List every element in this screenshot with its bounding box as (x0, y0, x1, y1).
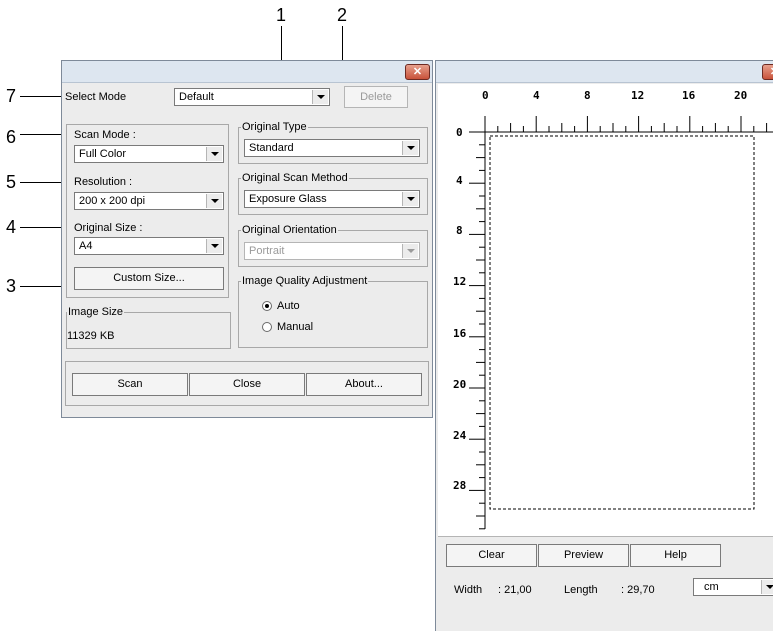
left-ruler-ticks (469, 131, 485, 530)
scan-method-dropdown[interactable]: Exposure Glass (244, 190, 420, 208)
callout-4: 4 (6, 217, 17, 237)
auto-radio[interactable] (262, 301, 272, 311)
close-icon[interactable]: ✕ (405, 64, 430, 80)
ruler-left-label: 20 (453, 378, 467, 391)
ruler-svg (469, 116, 773, 530)
scanner-dialog: ✕ Select Mode Default Delete Scan Mode :… (61, 60, 433, 418)
resolution-dropdown[interactable]: 200 x 200 dpi (74, 192, 224, 210)
length-value: : 29,70 (621, 584, 655, 596)
ruler-top-label: 20 (734, 89, 748, 102)
callout-6: 6 (6, 127, 17, 147)
callout-5: 5 (6, 172, 17, 192)
original-size-label: Original Size : (74, 222, 143, 234)
manual-radio-label[interactable]: Manual (277, 321, 313, 334)
chevron-down-icon[interactable] (312, 90, 328, 104)
width-label: Width (454, 584, 483, 596)
original-type-dropdown[interactable]: Standard (244, 139, 420, 157)
chevron-down-icon[interactable] (402, 244, 418, 258)
ruler-left-label: 12 (453, 275, 467, 288)
ruler-top-label: 4 (533, 89, 540, 102)
dialog-titlebar: ✕ (62, 61, 432, 83)
ruler-top-label: 16 (682, 89, 696, 102)
chevron-down-icon[interactable] (402, 141, 418, 155)
callout-3: 3 (6, 276, 17, 296)
ruler-left-label: 4 (456, 174, 463, 187)
scan-method-label: Original Scan Method (241, 172, 349, 185)
callout-1: 1 (276, 5, 287, 25)
ruler-left-label: 8 (456, 224, 463, 237)
callout-7: 7 (6, 86, 17, 106)
clear-button[interactable]: Clear (446, 544, 537, 567)
image-quality-label: Image Quality Adjustment (241, 275, 369, 288)
select-mode-dropdown[interactable]: Default (174, 88, 330, 106)
unit-value: cm (704, 581, 719, 593)
preview-button[interactable]: Preview (538, 544, 629, 567)
preview-window: ✕ 0 4 8 12 16 20 0 4 8 12 16 20 24 28 Cl… (435, 60, 773, 631)
ruler-left-label: 24 (453, 429, 467, 442)
width-value: : 21,00 (498, 584, 532, 596)
close-button[interactable]: Close (189, 373, 305, 396)
preview-titlebar: ✕ (436, 61, 773, 83)
orientation-label: Original Orientation (241, 224, 338, 237)
preview-canvas[interactable]: 0 4 8 12 16 20 0 4 8 12 16 20 24 28 (438, 84, 773, 537)
chevron-down-icon[interactable] (402, 192, 418, 206)
original-type-value: Standard (249, 142, 294, 154)
close-icon[interactable]: ✕ (762, 64, 773, 80)
scan-mode-label: Scan Mode : (74, 129, 136, 142)
original-size-dropdown[interactable]: A4 (74, 237, 224, 255)
image-quality-group: Image Quality Adjustment (238, 275, 428, 348)
image-size-value: 11329 KB (67, 330, 115, 342)
ruler-left-label: 16 (453, 327, 467, 340)
ruler-top-label: 8 (584, 89, 591, 102)
scan-method-value: Exposure Glass (249, 193, 327, 205)
help-button[interactable]: Help (630, 544, 721, 567)
scan-area-outline (489, 135, 755, 510)
orientation-dropdown[interactable]: Portrait (244, 242, 420, 260)
resolution-label: Resolution : (74, 176, 133, 188)
chevron-down-icon[interactable] (206, 194, 222, 208)
unit-dropdown[interactable]: cm (693, 578, 773, 596)
ruler-left-label: 28 (453, 479, 467, 492)
scan-mode-value: Full Color (79, 148, 127, 160)
top-ruler-ticks (484, 116, 768, 132)
ruler-top-label: 12 (631, 89, 645, 102)
scan-mode-dropdown[interactable]: Full Color (74, 145, 224, 163)
original-type-label: Original Type (241, 121, 308, 134)
original-size-value: A4 (79, 240, 93, 252)
chevron-down-icon[interactable] (206, 239, 222, 253)
about-button[interactable]: About... (306, 373, 422, 396)
select-mode-label: Select Mode (65, 91, 127, 103)
length-label: Length (564, 584, 598, 596)
select-mode-value: Default (179, 91, 214, 103)
ruler-top-label: 0 (482, 89, 489, 102)
callout-2: 2 (337, 5, 348, 25)
callout-4-line (20, 227, 66, 228)
image-size-label: Image Size (67, 306, 125, 319)
resolution-value: 200 x 200 dpi (79, 195, 146, 207)
chevron-down-icon[interactable] (206, 147, 222, 161)
manual-radio[interactable] (262, 322, 272, 332)
auto-radio-label[interactable]: Auto (277, 300, 300, 313)
chevron-down-icon[interactable] (761, 580, 773, 594)
orientation-value: Portrait (249, 245, 285, 257)
custom-size-button[interactable]: Custom Size... (74, 267, 224, 290)
callout-7-line (20, 96, 62, 97)
delete-button[interactable]: Delete (344, 86, 408, 108)
ruler-left-label: 0 (456, 126, 463, 139)
scan-button[interactable]: Scan (72, 373, 188, 396)
